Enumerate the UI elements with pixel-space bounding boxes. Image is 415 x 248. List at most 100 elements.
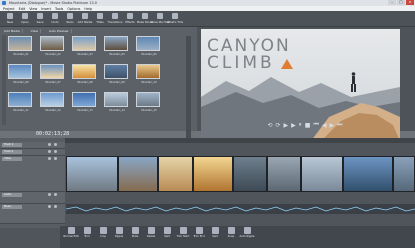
media-thumbnail[interactable]: Mountain_02 [40,36,64,56]
ripple-button[interactable]: Ripple [112,227,126,240]
timeline-clip[interactable] [267,156,301,192]
timeline-clip[interactable] [66,156,118,192]
loop-icon[interactable]: ⟲ [267,122,272,129]
mute-icon[interactable] [48,157,51,160]
add-media-button[interactable]: Add Media [2,29,23,33]
menu-insert[interactable]: Insert [41,7,51,11]
media-thumbnail[interactable]: Mountain_04 [104,36,128,56]
timeline-clip[interactable] [118,156,158,192]
trim-button[interactable]: Trim [80,227,94,240]
media-thumbnail[interactable]: Mountain_14 [104,92,128,112]
solo-icon[interactable] [54,143,57,146]
make-movie-icon [142,13,148,19]
mute-button[interactable]: Mute [128,227,142,240]
triangle-logo-icon [281,59,293,69]
timeline-clip[interactable] [193,156,233,192]
stop-icon[interactable]: ■ [305,122,311,129]
window-controls: – □ × [388,0,414,5]
folder-tree[interactable] [2,35,6,125]
toolbar-new[interactable]: New [3,13,17,25]
trim-end-button[interactable]: Trim End [192,227,206,240]
media-thumbnail[interactable]: Mountain_11 [8,92,32,112]
toolbar-whats-this[interactable]: What's This [167,13,183,25]
trim-start-icon [179,227,187,234]
view-button[interactable]: View [29,29,41,33]
toolbar-show-me-how[interactable]: Show Me How [150,13,170,25]
mute-tool-icon [131,227,139,234]
crop-button[interactable]: Crop [96,227,110,240]
toolbar-transitions[interactable]: Transitions [108,13,123,25]
media-thumbnail[interactable]: Mountain_08 [72,64,96,84]
open-icon [22,13,28,19]
solo-icon[interactable] [54,150,57,153]
trim-start-button[interactable]: Trim Start [176,227,190,240]
media-thumbnail[interactable]: Mountain_12 [40,92,64,112]
go-to-end-icon[interactable]: ⏭ [337,121,342,129]
toolbar-add-media[interactable]: Add Media [78,13,92,25]
toolbar-undo[interactable]: Undo [48,13,62,25]
close-button[interactable]: × [406,0,414,5]
toolbar-save[interactable]: Save [33,13,47,25]
snap-button[interactable]: Snap [224,227,238,240]
menu-project[interactable]: Project [3,7,15,11]
minimize-button[interactable]: – [388,0,396,5]
trim-icon [83,227,91,234]
split-button[interactable]: Split [160,227,174,240]
media-scrollbar[interactable] [186,36,191,144]
normal-edit-button[interactable]: Normal Edit [63,227,79,240]
media-thumbnail[interactable]: Mountain_05 [136,36,160,56]
media-thumbnail[interactable]: Mountain_06 [8,64,32,84]
media-thumbnail[interactable]: Mountain_07 [40,64,64,84]
audio-waveform[interactable] [65,204,415,214]
solo-icon[interactable] [54,157,57,160]
next-frame-icon[interactable]: ▶ [330,122,335,129]
toolbar-titles[interactable]: Titles [93,13,107,25]
media-thumbnail[interactable]: Mountain_10 [136,64,160,84]
timeline-clip[interactable] [158,156,193,192]
timeline-clip[interactable] [393,156,415,192]
mute-icon[interactable] [48,193,51,196]
solo-icon[interactable] [54,193,57,196]
media-thumbnail[interactable]: Mountain_13 [72,92,96,112]
mute-icon[interactable] [48,205,51,208]
track-header[interactable]: Track 2 [0,149,65,156]
track-header[interactable]: Music [0,204,65,224]
solo-icon[interactable] [54,205,57,208]
go-to-start-icon[interactable]: ⏮ [313,121,318,129]
menu-tools[interactable]: Tools [55,7,63,11]
split-button-2[interactable]: Split [208,227,222,240]
maximize-button[interactable]: □ [397,0,405,5]
auto-ripple-button[interactable]: Auto Ripple [240,227,255,240]
toolbar-redo[interactable]: Redo [63,13,77,25]
timeline-clip[interactable] [301,156,343,192]
menu-help[interactable]: Help [84,7,92,11]
window-title: Mountains (Dialogue)* - Movie Studio Pla… [9,1,97,5]
menu-edit[interactable]: Edit [19,7,26,11]
delete-button[interactable]: Delete [144,227,158,240]
timeline-ruler[interactable] [65,138,415,143]
mute-icon[interactable] [48,150,51,153]
track-header[interactable]: Audio [0,192,65,204]
media-thumbnail[interactable]: Mountain_01 [8,36,32,56]
play-from-start-icon[interactable]: ▶ [284,122,289,129]
track-header[interactable]: Track 1 [0,142,65,149]
timeline-clip[interactable] [343,156,393,192]
auto-preview-button[interactable]: Auto Preview [47,29,72,33]
toolbar-effects[interactable]: Effects [123,13,137,25]
menu-options[interactable]: Options [67,7,80,11]
media-thumbnail[interactable]: Mountain_03 [72,36,96,56]
previous-frame-icon[interactable]: ◀ [322,122,327,129]
toolbar-open[interactable]: Open [18,13,32,25]
timeline-clip[interactable] [233,156,267,192]
repeat-icon[interactable]: ⟳ [276,122,281,129]
menu-view[interactable]: View [29,7,37,11]
pause-icon[interactable]: ⏸ [299,121,302,129]
track-header[interactable]: Video [0,156,65,192]
transitions-icon [112,13,118,19]
play-icon[interactable]: ▶ [291,122,296,129]
crop-icon [99,227,107,234]
normal-edit-icon [67,227,75,234]
media-thumbnail[interactable]: Mountain_09 [104,64,128,84]
mute-icon[interactable] [48,143,51,146]
media-thumbnail[interactable]: Mountain_15 [136,92,160,112]
